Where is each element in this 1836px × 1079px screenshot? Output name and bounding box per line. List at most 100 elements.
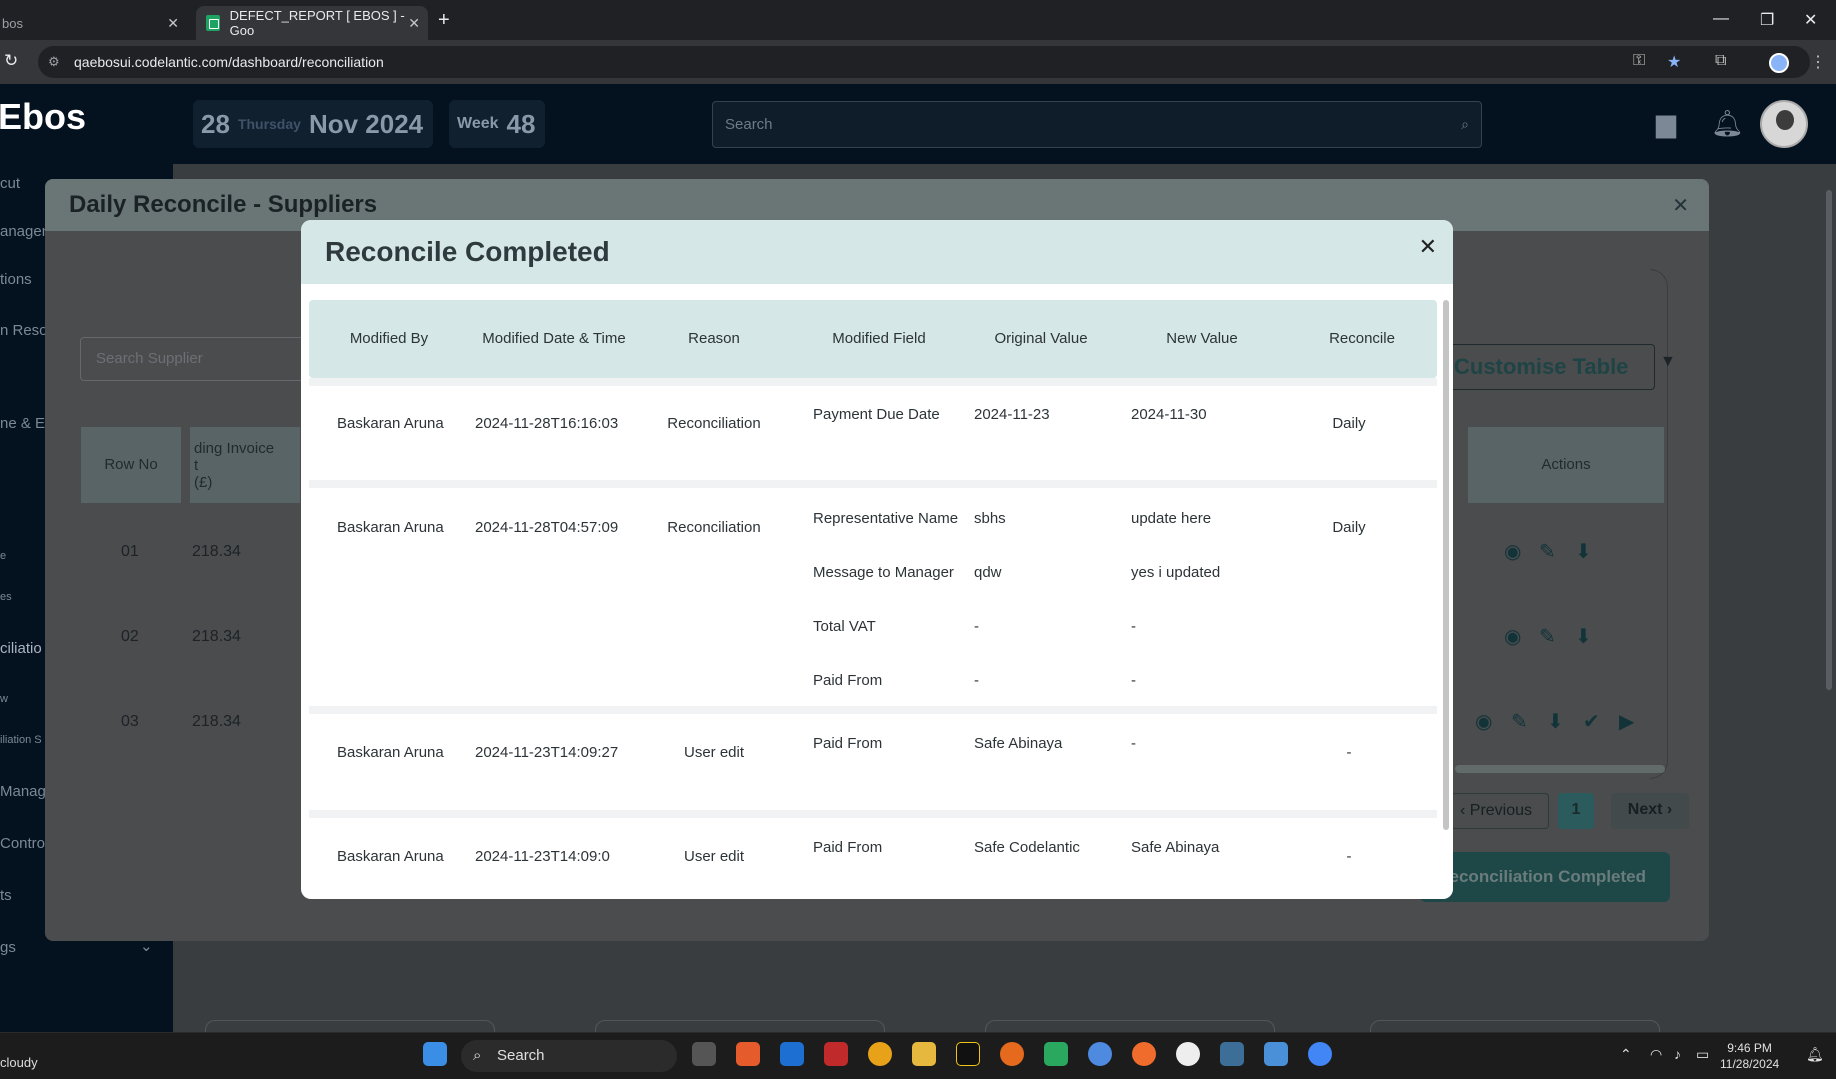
sidebar-item-reconciliation[interactable]: ciliatio xyxy=(0,640,42,657)
intellij-icon[interactable] xyxy=(956,1042,980,1066)
taskbar-search[interactable]: ⌕ Search xyxy=(461,1040,677,1072)
close-icon[interactable]: ✕ xyxy=(408,15,420,32)
sidebar-item-manage[interactable]: Manag xyxy=(0,783,46,800)
mysql-icon[interactable] xyxy=(1220,1042,1244,1066)
reason-cell: Reconciliation xyxy=(667,519,761,536)
more-menu-icon[interactable]: ⋮ xyxy=(1810,52,1826,72)
page-scrollbar[interactable] xyxy=(1826,190,1832,690)
wifi-icon[interactable]: ◠ xyxy=(1650,1046,1662,1063)
recorder-icon[interactable] xyxy=(824,1042,848,1066)
edit-icon[interactable]: ✎ xyxy=(1539,539,1556,564)
close-window-icon[interactable]: ✕ xyxy=(1804,10,1817,30)
table-row: Baskaran Aruna 2024-11-23T14:09:0 User e… xyxy=(309,818,1437,888)
url-field[interactable]: ⚙ qaebosui.codelantic.com/dashboard/reco… xyxy=(38,46,1810,78)
edit-icon[interactable]: ✎ xyxy=(1539,624,1556,649)
start-icon[interactable] xyxy=(423,1042,447,1066)
chrome-profile-avatar[interactable] xyxy=(1769,53,1789,73)
reason-cell: User edit xyxy=(683,848,745,865)
browser-tab-defect-report[interactable]: DEFECT_REPORT [ EBOS ] - Goo ✕ xyxy=(196,6,428,40)
taskbar-search-label: Search xyxy=(497,1047,545,1064)
global-search-input[interactable]: Search ⌕ xyxy=(712,101,1482,148)
extensions-icon[interactable]: ⧉ xyxy=(1715,52,1726,70)
sidebar-subitem-e[interactable]: e xyxy=(0,550,6,562)
play-icon[interactable]: ▶ xyxy=(1619,709,1634,734)
download-icon[interactable]: ⬇ xyxy=(1575,624,1592,649)
site-info-icon[interactable]: ⚙ xyxy=(48,46,60,78)
sidebar-subitem-reconciliation-s[interactable]: iliation S xyxy=(0,734,42,746)
outlook-icon[interactable] xyxy=(780,1042,804,1066)
previous-button[interactable]: ‹ Previous xyxy=(1451,793,1549,829)
view-icon[interactable]: ◉ xyxy=(1504,539,1521,564)
minimize-icon[interactable]: — xyxy=(1713,10,1729,28)
tray-chevron-icon[interactable]: ⌃ xyxy=(1620,1046,1632,1063)
horizontal-scrollbar[interactable] xyxy=(1455,765,1665,773)
sidebar-item-settings[interactable]: gs xyxy=(0,939,16,956)
edit-icon[interactable]: ✎ xyxy=(1511,709,1528,734)
search-icon: ⌕ xyxy=(1461,116,1469,132)
battery-icon[interactable]: ▭ xyxy=(1696,1046,1709,1063)
date-day: 28 xyxy=(201,108,230,139)
browser-tab-ebos[interactable]: bos ✕ xyxy=(0,6,187,40)
weather-text[interactable]: cloudy xyxy=(0,1055,38,1070)
sidebar-item-control[interactable]: Control xyxy=(0,835,48,852)
sidebar-subitem-w[interactable]: w xyxy=(0,693,8,705)
modified-field-cell: Paid From xyxy=(813,839,883,856)
brave-icon[interactable] xyxy=(736,1042,760,1066)
download-icon[interactable]: ⬇ xyxy=(1575,539,1592,564)
original-value-cell: - xyxy=(974,672,979,689)
postman-icon[interactable] xyxy=(1132,1042,1156,1066)
row-no-cell: 01 xyxy=(121,543,139,560)
modal-title: Reconcile Completed xyxy=(325,236,610,267)
firefox-icon[interactable] xyxy=(1000,1042,1024,1066)
github-icon[interactable] xyxy=(1176,1042,1200,1066)
notification-bell-icon[interactable]: 🔔︎ xyxy=(1806,1046,1824,1063)
app-logo[interactable]: Ebos xyxy=(0,96,86,138)
clock[interactable]: 9:46 PM 11/28/2024 xyxy=(1720,1040,1779,1072)
task-view-icon[interactable] xyxy=(692,1042,716,1066)
bookmark-star-icon[interactable]: ★ xyxy=(1667,52,1681,72)
tab-label: bos xyxy=(2,15,23,31)
next-button[interactable]: Next › xyxy=(1611,793,1689,829)
sidebar-item-cut[interactable]: cut xyxy=(0,175,20,192)
reason-cell: User edit xyxy=(683,744,745,761)
restore-icon[interactable]: ❐ xyxy=(1760,10,1774,30)
reconcile-completed-modal: Reconcile Completed ✕ Modified By Modifi… xyxy=(301,220,1453,899)
chrome-icon[interactable] xyxy=(868,1042,892,1066)
invoice-header-line1: ding Invoice xyxy=(194,440,275,457)
user-avatar[interactable] xyxy=(1760,100,1808,148)
modified-datetime-cell: 2024-11-28T04:57:09 xyxy=(475,519,619,536)
new-tab-icon[interactable]: + xyxy=(438,9,450,32)
download-icon[interactable]: ⬇ xyxy=(1547,709,1564,734)
customise-table-button[interactable]: Customise Table xyxy=(1445,344,1655,390)
sidebar-item-resources[interactable]: n Reso xyxy=(0,322,48,339)
sidebar-item-tions[interactable]: tions xyxy=(0,271,32,288)
page-1-button[interactable]: 1 xyxy=(1558,793,1594,829)
search-supplier-input[interactable]: Search Supplier xyxy=(80,337,320,381)
notepad-icon[interactable] xyxy=(1264,1042,1288,1066)
close-icon[interactable]: ✕ xyxy=(1419,234,1437,260)
week-label: Week xyxy=(457,115,499,132)
whatsapp-icon[interactable] xyxy=(1044,1042,1068,1066)
date-display: 28 Thursday Nov 2024 xyxy=(193,100,433,148)
search-supplier-placeholder: Search Supplier xyxy=(96,350,203,367)
caret-down-icon[interactable]: ▼ xyxy=(1660,353,1676,371)
reconciliation-completed-button[interactable]: Reconciliation Completed xyxy=(1420,852,1670,902)
view-icon[interactable]: ◉ xyxy=(1475,709,1492,734)
original-value-cell: qdw xyxy=(974,564,1002,581)
sidebar-item-reports[interactable]: ts xyxy=(0,887,12,904)
close-icon[interactable]: ✕ xyxy=(1672,193,1689,218)
modified-field-cell: Representative Name xyxy=(813,510,959,527)
view-icon[interactable]: ◉ xyxy=(1504,624,1521,649)
verify-icon[interactable]: ✔ xyxy=(1583,709,1600,734)
chat-icon[interactable]: ▆ xyxy=(1656,108,1676,139)
modal-scrollbar[interactable] xyxy=(1443,300,1449,830)
close-icon[interactable]: ✕ xyxy=(167,15,179,32)
reload-icon[interactable]: ↻ xyxy=(4,51,18,71)
chrome-profile-icon[interactable] xyxy=(1088,1042,1112,1066)
file-explorer-icon[interactable] xyxy=(912,1042,936,1066)
chrome-alt-icon[interactable] xyxy=(1308,1042,1332,1066)
sidebar-subitem-es[interactable]: es xyxy=(0,591,12,603)
volume-icon[interactable]: ♪ xyxy=(1674,1046,1681,1062)
bell-icon[interactable]: 🔔︎ xyxy=(1711,108,1744,139)
password-key-icon[interactable]: ⚿ xyxy=(1633,52,1645,70)
